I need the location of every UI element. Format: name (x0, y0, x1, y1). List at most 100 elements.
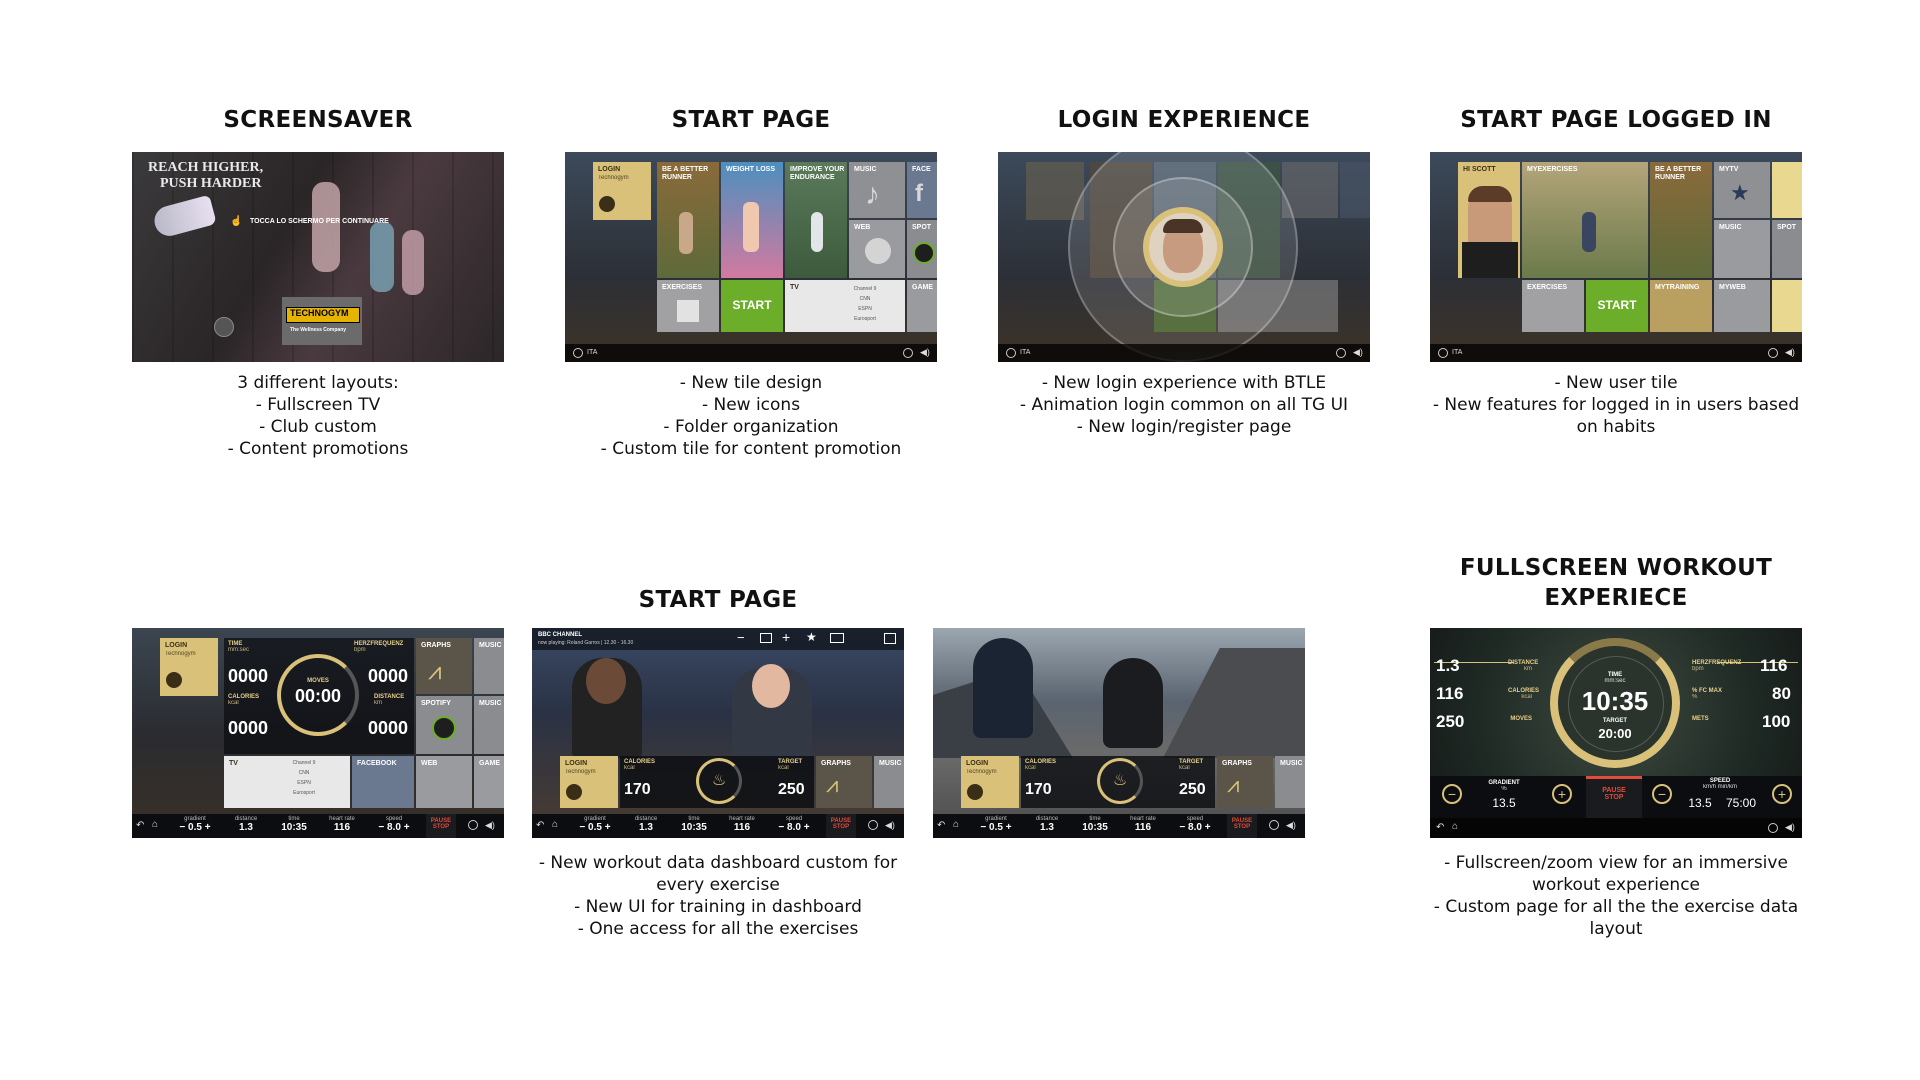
tile-be-a-better-runner[interactable]: BE A BETTER RUNNER (1650, 162, 1712, 278)
plus-icon[interactable]: + (782, 629, 790, 645)
login-avatar-ring[interactable] (1143, 207, 1223, 287)
globe-icon (865, 238, 891, 264)
screensaver-headline-1: REACH HIGHER, (148, 160, 264, 175)
volume-icon[interactable]: ◀) (885, 820, 895, 831)
cyclist-right (1103, 658, 1163, 748)
touch-hand-icon: ☝ (230, 216, 243, 227)
section-title-login: LOGIN EXPERIENCE (1057, 107, 1311, 133)
tile-improve-endurance[interactable]: IMPROVE YOUR ENDURANCE (785, 162, 847, 278)
spotify-icon (432, 716, 456, 740)
facebook-icon: f (915, 180, 923, 207)
tile-graphs[interactable]: GRAPHS ⩘ (816, 756, 872, 808)
gradient-plus-button[interactable]: + (1552, 784, 1572, 804)
tile-spotify[interactable]: SPOTIFY (416, 696, 472, 754)
tile-exercises[interactable]: EXERCISES (1522, 280, 1584, 332)
home-icon[interactable]: ⌂ (953, 819, 959, 830)
volume-icon[interactable]: ◀) (1353, 347, 1363, 358)
fs-target-value: 20:00 (1598, 726, 1632, 741)
login-tile[interactable]: LOGIN Technogym (560, 756, 618, 808)
fs-speed-value-2: 75:00 (1725, 796, 1757, 810)
speed-plus-button[interactable]: + (1772, 784, 1792, 804)
graph-icon: ⩘ (1227, 772, 1240, 797)
user-avatar-icon (599, 196, 615, 212)
home-icon[interactable]: ⌂ (1452, 821, 1458, 832)
screensaver-tagline: TOCCA LO SCHERMO PER CONTINUARE (250, 218, 389, 225)
tile-tv[interactable]: TV Channel 9 CNN ESPN Eurosport (785, 280, 905, 332)
login-tile[interactable]: LOGIN Technogym (961, 756, 1019, 808)
fs-pause-stop-button[interactable]: PAUSE STOP (1586, 776, 1642, 818)
section-title-start-page-2: START PAGE (638, 587, 798, 613)
tile-web[interactable]: WEB (849, 220, 905, 278)
status-bar: ITA ◀) (998, 344, 1370, 362)
fs-hr-value: 116 (1760, 656, 1788, 675)
fs-moves-value: 250 (1436, 712, 1465, 731)
back-icon[interactable]: ↶ (1436, 822, 1444, 833)
tile-facebook[interactable]: FACEBOOK (352, 756, 414, 808)
tile-my-exercises[interactable]: myEXERCISES (1522, 162, 1648, 278)
pause-stop-button[interactable]: PAUSE STOP (1227, 814, 1257, 838)
star-icon[interactable]: ★ (806, 630, 817, 644)
volume-icon[interactable]: ◀) (485, 820, 495, 831)
cycling-dashboard-screenshot: LOGIN Technogym CALORIES kcal 170 ♨ TARGET… (933, 628, 1305, 838)
clock-icon (903, 348, 913, 358)
fullscreen-workout-screenshot: 1.3 DISTANCE km 116 CALORIES kcal 250 MOVE… (1430, 628, 1802, 838)
fullscreen-icon[interactable] (884, 633, 896, 644)
start-button[interactable]: START (721, 280, 783, 332)
login-tile[interactable]: LOGIN Technogym (160, 638, 218, 696)
fs-gradient-value: 13.5 (1492, 796, 1516, 810)
start-button[interactable]: START (1586, 280, 1648, 332)
back-icon[interactable]: ↶ (136, 820, 144, 831)
fs-time-value: 10:35 (1581, 686, 1649, 716)
status-bar: ITA ◀) (1430, 344, 1802, 362)
desc-start-logged: - New user tile - New features for logge… (1432, 373, 1800, 437)
calories-value: 170 (1025, 781, 1052, 798)
tile-tv[interactable]: TV Channel 9 CNN ESPN Eurosport (224, 756, 350, 808)
minimize-icon[interactable]: − (737, 630, 745, 645)
tile-exercises[interactable]: EXERCISES (657, 280, 719, 332)
tile-my-training[interactable]: myTRAINING (1650, 280, 1712, 332)
login-tile[interactable]: LOGIN Technogym (593, 162, 651, 220)
language-icon (1438, 348, 1448, 358)
speed-minus-button[interactable]: − (1652, 784, 1672, 804)
graph-icon: ⩘ (428, 658, 442, 685)
user-avatar-icon (566, 784, 582, 800)
tile-be-a-better-runner[interactable]: BE A BETTER RUNNER (657, 162, 719, 278)
volume-icon[interactable]: ◀) (1785, 822, 1795, 833)
tile-music[interactable]: MUSIC (1714, 220, 1770, 278)
time-value: 0000 (228, 666, 269, 686)
tile-my-web[interactable]: myWEB (1714, 280, 1770, 332)
tile-weight-loss[interactable]: WEIGHT LOSS (721, 162, 783, 278)
tile-graphs[interactable]: GRAPHS ⩘ (1217, 756, 1273, 808)
volume-icon[interactable]: ◀) (1785, 347, 1795, 358)
graph-icon: ⩘ (826, 772, 839, 797)
desc-fullscreen: - Fullscreen/zoom view for an immersive … (1433, 853, 1799, 939)
user-avatar-icon (214, 317, 234, 337)
tile-facebook[interactable]: FACE f (907, 162, 937, 218)
subtitles-icon[interactable] (830, 633, 844, 643)
tile-game[interactable]: GAME (907, 280, 937, 332)
tile-spotify[interactable]: SPOT (1772, 220, 1802, 278)
language-icon (573, 348, 583, 358)
clock-icon (1768, 348, 1778, 358)
home-icon[interactable]: ⌂ (552, 819, 558, 830)
pause-stop-button[interactable]: PAUSE STOP (826, 814, 856, 838)
gradient-minus-button[interactable]: − (1442, 784, 1462, 804)
pause-stop-button[interactable]: PAUSE STOP (426, 814, 456, 838)
user-tile[interactable]: Hi SCOTT (1458, 162, 1520, 278)
tile-my-tv[interactable]: myTV ★ (1714, 162, 1770, 218)
desc-screensaver: 3 different layouts: - Fullscreen TV - C… (227, 373, 409, 459)
tile-list[interactable] (1772, 162, 1802, 218)
back-icon[interactable]: ↶ (937, 820, 945, 831)
screen-icon[interactable] (760, 633, 772, 643)
distance-value: 0000 (368, 718, 409, 738)
fs-time-ring: TIME mm:sec 10:35 TARGET 20:00 (1550, 638, 1680, 768)
clock-icon (868, 820, 878, 830)
volume-icon[interactable]: ◀) (920, 347, 930, 358)
tile-graphs[interactable]: GRAPHS ⩘ (416, 638, 472, 694)
tile-spotify[interactable]: SPOT (907, 220, 937, 278)
tile-music[interactable]: MUSIC ♪ (849, 162, 905, 218)
volume-icon[interactable]: ◀) (1286, 820, 1296, 831)
home-icon[interactable]: ⌂ (152, 819, 158, 830)
tile-web[interactable]: WEB (416, 756, 472, 808)
back-icon[interactable]: ↶ (536, 820, 544, 831)
